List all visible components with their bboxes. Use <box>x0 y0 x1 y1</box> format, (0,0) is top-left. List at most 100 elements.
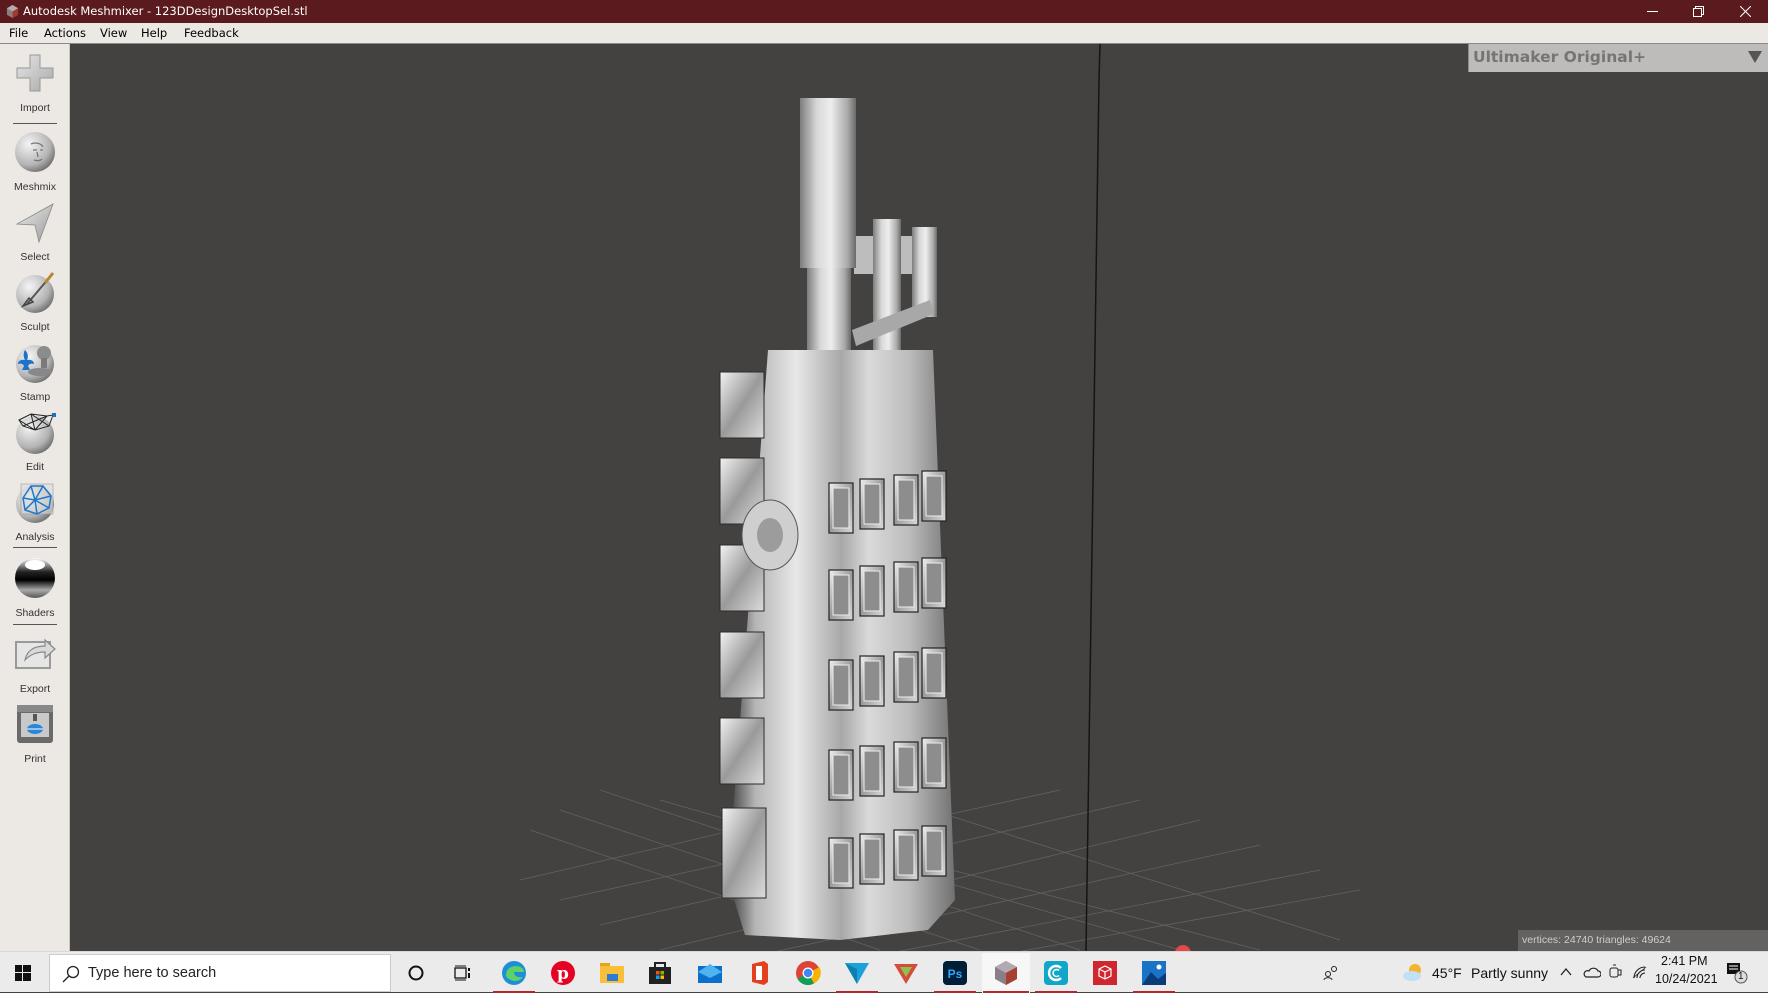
tool-label: Edit <box>25 461 45 473</box>
separator <box>13 123 57 124</box>
clock-date[interactable]: 10/24/2021 <box>1655 972 1718 986</box>
tool-label: Sculpt <box>20 321 50 333</box>
window-title: Autodesk Meshmixer - 123DDesignDesktopSe… <box>23 4 308 18</box>
weather-condition[interactable]: Partly sunny <box>1471 965 1548 981</box>
notifications-icon[interactable] <box>1726 962 1748 984</box>
model-window-recess <box>897 834 915 876</box>
model-window-recess <box>863 570 881 612</box>
meshmixer-app-icon <box>6 5 19 18</box>
tool-label: Import <box>20 102 50 114</box>
model-window-recess <box>925 562 943 604</box>
taskbar-app-meshmixer[interactable] <box>982 953 1030 993</box>
tool-select[interactable]: Select <box>0 200 70 263</box>
taskbar-app-red-triangle[interactable] <box>884 953 928 993</box>
tool-sculpt[interactable]: Sculpt <box>0 270 70 333</box>
taskbar-app-c[interactable] <box>1034 953 1078 993</box>
plus-icon <box>16 54 54 92</box>
wifi-icon[interactable] <box>1632 965 1648 979</box>
menu-actions[interactable]: Actions <box>44 26 86 40</box>
tool-label: Meshmix <box>13 181 56 193</box>
office-icon <box>752 961 768 985</box>
3d-viewport[interactable] <box>71 44 1768 951</box>
blue-triangle-app-icon <box>845 963 869 984</box>
taskbar-app-office[interactable] <box>737 953 781 993</box>
svg-text:p: p <box>557 964 569 984</box>
onedrive-cloud-icon[interactable] <box>1583 966 1601 978</box>
store-icon <box>649 962 671 984</box>
model-window-recess <box>925 475 943 517</box>
taskbar-app-red-box[interactable] <box>1083 953 1127 993</box>
model-window-recess <box>832 487 850 529</box>
taskbar-app-file-explorer[interactable] <box>590 953 634 993</box>
menu-feedback[interactable]: Feedback <box>184 26 239 40</box>
restore-button[interactable] <box>1675 0 1721 23</box>
mesh-stats: vertices: 24740 triangles: 49624 <box>1518 930 1768 951</box>
cortana-icon <box>408 965 424 981</box>
title-bar: Autodesk Meshmixer - 123DDesignDesktopSe… <box>0 0 1768 23</box>
people-icon[interactable] <box>1323 965 1339 981</box>
svg-text:Ps: Ps <box>948 967 963 981</box>
cortana-button[interactable] <box>394 953 438 993</box>
chrome-sphere-icon <box>15 558 55 598</box>
tool-label: Select <box>20 251 50 263</box>
tool-meshmix[interactable]: Meshmix <box>0 130 70 193</box>
notification-count: 1 <box>1738 971 1744 982</box>
taskbar-app-edge[interactable] <box>492 953 536 993</box>
folder-icon <box>600 963 624 983</box>
mesh-analysis-icon <box>16 483 54 523</box>
taskbar-app-chrome[interactable] <box>786 953 830 993</box>
taskbar-app-photos[interactable] <box>1132 953 1176 993</box>
separator <box>13 624 57 625</box>
model-window-recess <box>897 566 915 608</box>
clock-time[interactable]: 2:41 PM <box>1661 954 1708 968</box>
meet-now-icon[interactable] <box>1608 964 1622 980</box>
printer-dropdown[interactable]: Ultimaker Original+ <box>1468 44 1768 72</box>
taskbar-app-blue-triangle[interactable] <box>835 953 879 993</box>
tool-label: Shaders <box>15 607 55 619</box>
tool-export[interactable]: Export <box>0 632 70 695</box>
tool-import[interactable]: Import <box>0 51 70 114</box>
printer-value: Ultimaker Original+ <box>1473 48 1647 66</box>
menu-help[interactable]: Help <box>141 26 167 40</box>
taskbar-app-store[interactable] <box>638 953 682 993</box>
restore-icon <box>1692 6 1704 17</box>
menu-view[interactable]: View <box>100 26 127 40</box>
model-window-recess <box>832 754 850 796</box>
model-window-recess <box>863 750 881 792</box>
model-window-recess <box>925 652 943 694</box>
model-window-recess <box>832 574 850 616</box>
tool-analysis[interactable]: Analysis <box>0 480 70 543</box>
tool-shaders[interactable]: Shaders <box>0 556 70 619</box>
model-window-recess <box>863 838 881 880</box>
task-view-icon <box>454 965 470 981</box>
tool-edit[interactable]: Edit <box>0 410 70 473</box>
taskbar-app-mail[interactable] <box>688 953 732 993</box>
tool-stamp[interactable]: Stamp <box>0 340 70 403</box>
weather-partly-sunny-icon <box>1403 964 1421 981</box>
taskbar-search[interactable]: Type here to search <box>49 954 391 992</box>
tool-print[interactable]: Print <box>0 702 70 765</box>
close-button[interactable] <box>1722 0 1768 23</box>
export-arrow-icon <box>15 638 56 669</box>
model-window-recess <box>832 842 850 884</box>
separator <box>13 547 57 548</box>
minimize-button[interactable] <box>1629 0 1675 23</box>
red-box-app-icon <box>1093 961 1117 985</box>
close-icon <box>1739 6 1751 17</box>
chevron-up-icon[interactable] <box>1560 967 1572 977</box>
scene <box>519 44 1361 951</box>
meshmixer-icon <box>995 961 1017 985</box>
taskbar-app-photoshop[interactable]: Ps <box>933 953 977 993</box>
model-window-recess <box>897 656 915 698</box>
weather-temp[interactable]: 45°F <box>1432 965 1462 981</box>
task-view-button[interactable] <box>441 953 485 993</box>
menu-file[interactable]: File <box>9 26 28 40</box>
red-triangle-app-icon <box>894 964 918 984</box>
pinterest-icon: p <box>551 961 575 985</box>
brush-sphere-icon <box>16 272 55 313</box>
mesh-model[interactable] <box>719 98 955 940</box>
windows-start-icon[interactable] <box>15 965 31 981</box>
taskbar-app-pinterest[interactable]: p <box>541 953 585 993</box>
model-window-recess <box>863 660 881 702</box>
search-placeholder: Type here to search <box>88 965 217 981</box>
